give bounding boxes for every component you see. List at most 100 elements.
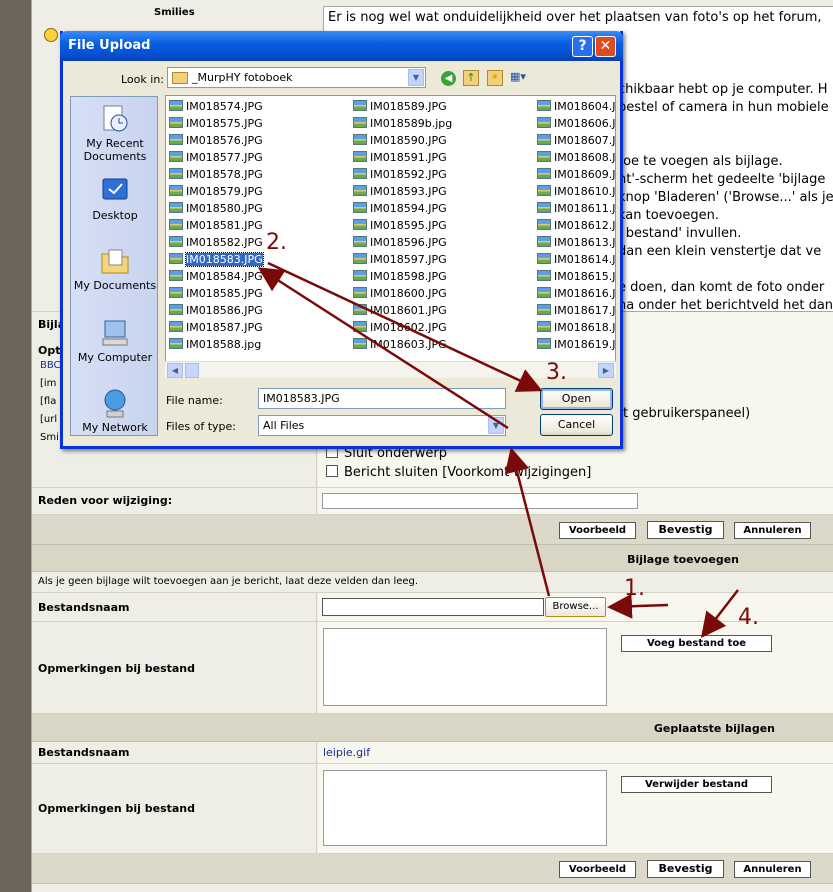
lock-post-checkbox[interactable]: Bericht sluiten [Voorkomt wijzigingen] bbox=[326, 465, 591, 480]
image-file-icon bbox=[353, 304, 367, 315]
file-item[interactable]: IM018595.JPG bbox=[353, 218, 447, 233]
file-name: IM018586.JPG bbox=[186, 304, 263, 317]
file-item[interactable]: IM018603.JPG bbox=[353, 337, 447, 352]
file-item[interactable]: IM018592.JPG bbox=[353, 167, 447, 182]
file-item[interactable]: IM018601.JPG bbox=[353, 303, 447, 318]
posted-comment-textarea[interactable] bbox=[323, 770, 607, 846]
open-button[interactable]: Open bbox=[540, 388, 613, 410]
image-file-icon bbox=[537, 236, 551, 247]
file-item[interactable]: IM018618.JPG bbox=[537, 320, 615, 335]
chevron-down-icon[interactable]: ▼ bbox=[488, 417, 504, 434]
smiley-icon[interactable] bbox=[44, 28, 58, 42]
file-name: IM018576.JPG bbox=[186, 134, 263, 147]
comment-textarea[interactable] bbox=[323, 628, 607, 706]
edit-reason-input[interactable] bbox=[322, 493, 638, 509]
place-recent-documents[interactable]: My Recent Documents bbox=[71, 103, 159, 163]
file-item[interactable]: IM018593.JPG bbox=[353, 184, 447, 199]
remove-file-button[interactable]: Verwijder bestand bbox=[621, 776, 772, 793]
file-item[interactable]: IM018616.JPG bbox=[537, 286, 615, 301]
checkbox-box[interactable] bbox=[326, 465, 338, 477]
close-button[interactable]: ✕ bbox=[595, 36, 616, 57]
url-status: [url bbox=[40, 414, 58, 425]
file-item[interactable]: IM018590.JPG bbox=[353, 133, 447, 148]
file-name-input[interactable]: IM018583.JPG bbox=[258, 388, 506, 409]
file-item[interactable]: IM018619.JPG bbox=[537, 337, 615, 352]
file-item[interactable]: IM018575.JPG bbox=[169, 116, 263, 131]
cancel-button[interactable]: Annuleren bbox=[734, 522, 811, 539]
file-item[interactable]: IM018579.JPG bbox=[169, 184, 263, 199]
dialog-titlebar[interactable]: File Upload ? ✕ bbox=[60, 31, 623, 61]
file-item[interactable]: IM018598.JPG bbox=[353, 269, 447, 284]
image-file-icon bbox=[537, 287, 551, 298]
help-button[interactable]: ? bbox=[572, 36, 593, 57]
file-item[interactable]: IM018615.JPG bbox=[537, 269, 615, 284]
file-item[interactable]: IM018588.jpg bbox=[169, 337, 261, 352]
file-item[interactable]: IM018607.JPG bbox=[537, 133, 615, 148]
file-item[interactable]: IM018611.JPG bbox=[537, 201, 615, 216]
view-menu-icon[interactable]: ▦▾ bbox=[510, 70, 532, 86]
file-item[interactable]: IM018587.JPG bbox=[169, 320, 263, 335]
file-item[interactable]: IM018589.JPG bbox=[353, 99, 447, 114]
file-item[interactable]: IM018602.JPG bbox=[353, 320, 447, 335]
up-folder-icon[interactable]: ↑ bbox=[463, 70, 479, 86]
submit-button[interactable]: Bevestig bbox=[647, 521, 724, 539]
image-file-icon bbox=[353, 219, 367, 230]
file-name-label: File name: bbox=[166, 394, 223, 407]
look-in-dropdown[interactable]: _MurpHY fotoboek ▼ bbox=[167, 67, 426, 88]
file-list[interactable]: IM018574.JPG IM018575.JPG IM018576.JPG IM01… bbox=[165, 95, 616, 378]
file-item[interactable]: IM018578.JPG bbox=[169, 167, 263, 182]
file-item[interactable]: IM018586.JPG bbox=[169, 303, 263, 318]
file-item[interactable]: IM018613.JPG bbox=[537, 235, 615, 250]
file-item[interactable]: IM018576.JPG bbox=[169, 133, 263, 148]
file-item[interactable]: IM018606.JPG bbox=[537, 116, 615, 131]
place-my-network[interactable]: My Network bbox=[71, 387, 159, 434]
file-item[interactable]: IM018600.JPG bbox=[353, 286, 447, 301]
file-item[interactable]: IM018583.JPG bbox=[169, 252, 264, 267]
place-desktop[interactable]: Desktop bbox=[71, 175, 159, 222]
place-my-computer[interactable]: My Computer bbox=[71, 317, 159, 364]
image-file-icon bbox=[537, 321, 551, 332]
file-item[interactable]: IM018609.JPG bbox=[537, 167, 615, 182]
image-file-icon bbox=[353, 151, 367, 162]
filename-input[interactable] bbox=[322, 598, 544, 616]
file-item[interactable]: IM018580.JPG bbox=[169, 201, 263, 216]
file-item[interactable]: IM018585.JPG bbox=[169, 286, 263, 301]
new-folder-icon[interactable]: ✶ bbox=[487, 70, 503, 86]
cancel-button-bottom[interactable]: Annuleren bbox=[734, 861, 811, 878]
browse-button[interactable]: Browse... bbox=[545, 597, 606, 617]
file-item[interactable]: IM018577.JPG bbox=[169, 150, 263, 165]
submit-button-bottom[interactable]: Bevestig bbox=[647, 860, 724, 878]
preview-button-bottom[interactable]: Voorbeeld bbox=[559, 861, 636, 878]
file-item[interactable]: IM018581.JPG bbox=[169, 218, 263, 233]
scroll-thumb[interactable] bbox=[185, 363, 199, 378]
file-item[interactable]: IM018582.JPG bbox=[169, 235, 263, 250]
file-item[interactable]: IM018584.JPG bbox=[169, 269, 263, 284]
add-file-button[interactable]: Voeg bestand toe bbox=[621, 635, 772, 652]
file-item[interactable]: IM018617.JPG bbox=[537, 303, 615, 318]
files-of-type-dropdown[interactable]: All Files ▼ bbox=[258, 415, 506, 436]
file-name: IM018589.JPG bbox=[370, 100, 447, 113]
back-icon[interactable]: ◀ bbox=[441, 71, 456, 86]
place-my-documents[interactable]: My Documents bbox=[71, 245, 159, 292]
file-item[interactable]: IM018614.JPG bbox=[537, 252, 615, 267]
bbcode-link[interactable]: BBC bbox=[40, 360, 61, 371]
posted-file-link[interactable]: leipie.gif bbox=[323, 746, 370, 759]
cancel-dialog-button[interactable]: Cancel bbox=[540, 414, 613, 436]
file-item[interactable]: IM018589b.jpg bbox=[353, 116, 452, 131]
file-item[interactable]: IM018594.JPG bbox=[353, 201, 447, 216]
image-file-icon bbox=[169, 219, 183, 230]
file-item[interactable]: IM018597.JPG bbox=[353, 252, 447, 267]
file-item[interactable]: IM018608.JPG bbox=[537, 150, 615, 165]
chevron-down-icon[interactable]: ▼ bbox=[408, 69, 424, 86]
file-item[interactable]: IM018610.JPG bbox=[537, 184, 615, 199]
image-file-icon bbox=[169, 304, 183, 315]
files-of-type-value: All Files bbox=[263, 419, 305, 432]
file-item[interactable]: IM018574.JPG bbox=[169, 99, 263, 114]
file-item[interactable]: IM018612.JPG bbox=[537, 218, 615, 233]
file-item[interactable]: IM018591.JPG bbox=[353, 150, 447, 165]
preview-button[interactable]: Voorbeeld bbox=[559, 522, 636, 539]
file-item[interactable]: IM018596.JPG bbox=[353, 235, 447, 250]
scroll-right-icon[interactable]: ▶ bbox=[598, 363, 614, 378]
scroll-left-icon[interactable]: ◀ bbox=[167, 363, 183, 378]
file-item[interactable]: IM018604.JPG bbox=[537, 99, 615, 114]
